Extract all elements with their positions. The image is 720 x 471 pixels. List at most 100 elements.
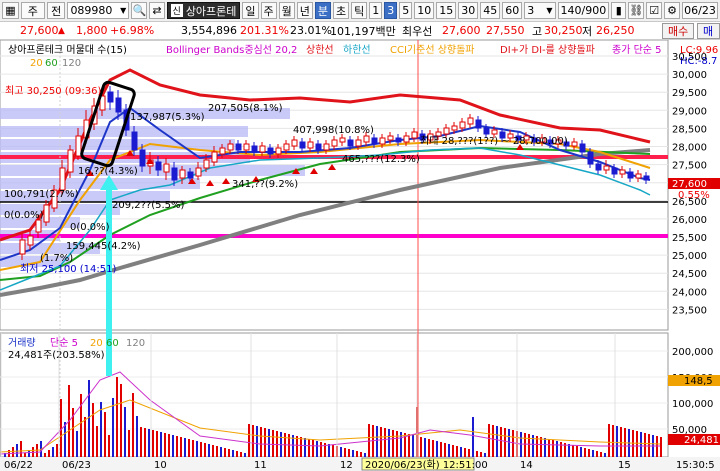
date-field[interactable]: 06/23 [682, 2, 718, 19]
volume-bar [92, 403, 94, 457]
current-price-tag-text: 27,600 [672, 179, 707, 190]
volume-bar [356, 451, 358, 457]
search-icon[interactable]: 🔍 [131, 2, 148, 19]
candle-body [75, 135, 82, 157]
minute-60[interactable]: 60 [502, 2, 523, 19]
low-value: 26,250 [596, 24, 635, 37]
volume-bar [508, 429, 510, 457]
grid-icon[interactable]: ▦ [2, 2, 19, 19]
chart-type-icon[interactable]: ▮ [611, 2, 627, 19]
volume-bar [108, 435, 110, 457]
minute-15[interactable]: 15 [436, 2, 457, 19]
volume-bar [60, 399, 62, 457]
volume-bar [192, 440, 194, 457]
volume-bar [184, 438, 186, 457]
volume-bar [264, 428, 266, 457]
price-row: 27,600 ▲ 1,800 +6.98% 3,554,896 201.31% … [0, 22, 720, 40]
sell-button[interactable]: 매 [697, 23, 720, 39]
volume-bar [448, 444, 450, 457]
candle-body [283, 143, 290, 151]
volume-bar [88, 380, 90, 457]
volume-bar [596, 451, 598, 457]
volume-bar [612, 425, 614, 457]
link-icon[interactable]: ⛓ [628, 2, 645, 19]
volume-bar [156, 431, 158, 457]
x-axis-tick: 12 [340, 460, 353, 471]
legend-close: 종가 단순 5 [612, 44, 662, 56]
minute-30[interactable]: 30 [458, 2, 479, 19]
volume-bar [476, 451, 478, 457]
volume-profile-label: 0(0.0%) [70, 222, 110, 233]
volume-bar [580, 447, 582, 457]
legend-ma120: 120 [62, 58, 81, 69]
volume-bar [116, 377, 118, 457]
volume-bar [136, 416, 138, 457]
minute-1[interactable]: 1 [369, 2, 383, 19]
candle-body [155, 161, 162, 171]
period-tick[interactable]: 틱 [351, 2, 368, 19]
checkbox-icon[interactable]: ☑ [646, 2, 663, 19]
best-bid-value: 27,550 [486, 24, 525, 37]
candle-body [163, 163, 170, 173]
volume-bar [392, 430, 394, 457]
price-axis-tick: 25,500 [672, 233, 707, 244]
volume-bar [572, 445, 574, 457]
volume-tag-bottom-text: 24,481 [684, 435, 719, 446]
candle-body [379, 137, 386, 145]
buy-button[interactable]: 매수 [662, 23, 695, 39]
minute-45[interactable]: 45 [480, 2, 501, 19]
volume-bar [164, 433, 166, 457]
minute-3[interactable]: 3 [384, 2, 398, 19]
candle-body [603, 165, 610, 171]
period-week[interactable]: 주 [260, 2, 277, 19]
candle-body [259, 145, 266, 153]
period-month[interactable]: 월 [278, 2, 295, 19]
candle-body [211, 151, 218, 163]
volume-bar [424, 438, 426, 457]
volume-bar [640, 432, 642, 457]
price-axis-tick: 24,000 [672, 287, 707, 298]
volume-bar [256, 426, 258, 457]
volume-bar [540, 437, 542, 457]
volume-bar [412, 435, 414, 457]
price-axis-tick: 30,000 [672, 70, 707, 81]
price-axis-tick: 26,000 [672, 215, 707, 226]
up-arrow-icon: ▲ [58, 25, 65, 36]
compare-icon[interactable]: ⇄ [149, 2, 165, 19]
minute-5[interactable]: 5 [399, 2, 413, 19]
kind-select[interactable]: 주 [20, 2, 45, 19]
price-axis-tick: 29,500 [672, 88, 707, 99]
candle-body [179, 169, 186, 179]
high-label: 고 [532, 24, 543, 38]
chart-area[interactable]: 상아프론테크 머물대 수(15) Bollinger Bands중심선 20,2… [0, 40, 720, 471]
mode-select[interactable]: 전 [46, 2, 66, 19]
volume-bar [20, 441, 22, 457]
period-second[interactable]: 초 [333, 2, 350, 19]
volume-profile-label: 0(0.0%) [4, 210, 44, 221]
volume-bar [500, 427, 502, 457]
volume-bar [204, 443, 206, 457]
settings-icon[interactable]: ⚙ [664, 2, 680, 19]
count-select[interactable]: 3 ▼ [524, 2, 556, 19]
minute-10[interactable]: 10 [414, 2, 435, 19]
volume-bar [604, 453, 606, 457]
period-minute[interactable]: 분 [314, 2, 332, 19]
candle-body [19, 239, 26, 255]
volume-bar [76, 431, 78, 457]
volume-bar [320, 442, 322, 457]
period-day[interactable]: 일 [242, 2, 259, 19]
candle-body [251, 145, 258, 153]
candle-body [579, 143, 586, 153]
volume-legend-ma: 단순 5 [50, 337, 78, 349]
price-change: 1,800 [76, 24, 108, 37]
period-year[interactable]: 년 [296, 2, 313, 19]
price-chart-svg[interactable]: 상아프론테크 머물대 수(15) Bollinger Bands중심선 20,2… [0, 40, 720, 471]
stock-code-input[interactable]: 089980 ▼ [67, 2, 130, 19]
volume-bar [236, 451, 238, 457]
volume-bar [120, 384, 122, 457]
volume-profile-label: 159,445(4.2%) [66, 241, 141, 252]
pct-tag: 0.55% [678, 190, 710, 201]
volume-profile-label: 465,???(12.3%) [342, 154, 420, 165]
volume-bar [224, 448, 226, 457]
volume-bar [556, 441, 558, 457]
